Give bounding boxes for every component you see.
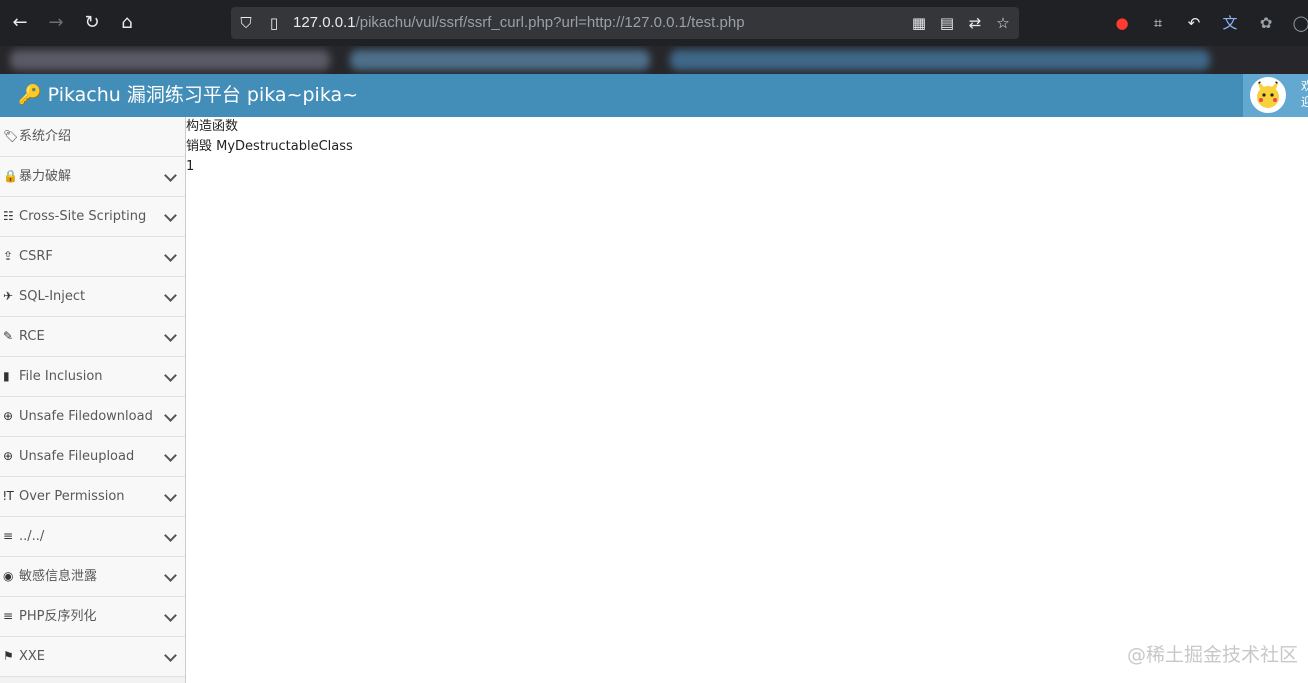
chevron-down-icon[interactable] xyxy=(164,209,177,222)
user-greeting: 欢迎 xyxy=(1301,79,1308,109)
brand-title: Pikachu 漏洞练习平台 pika~pika~ xyxy=(47,84,359,106)
user-menu[interactable]: 欢迎 xyxy=(1243,74,1308,117)
watermark: @稀土掘金技术社区 xyxy=(1127,644,1299,666)
sidebar-item-label: Over Permission xyxy=(19,489,125,504)
sidebar-item-label: 敏感信息泄露 xyxy=(19,569,98,584)
menu-icon: ☷ xyxy=(3,209,14,223)
pikachu-avatar-icon xyxy=(1257,80,1279,108)
sidebar-item[interactable]: ◉ 敏感信息泄露 xyxy=(0,557,185,597)
chevron-down-icon[interactable] xyxy=(164,329,177,342)
sidebar-item-label: 系统介绍 xyxy=(19,129,72,144)
chevron-down-icon[interactable] xyxy=(164,409,177,422)
chevron-down-icon[interactable] xyxy=(164,369,177,382)
translate-icon[interactable]: ⇄ xyxy=(964,7,986,39)
translate-extension-icon[interactable]: 文 xyxy=(1218,11,1242,35)
blurred-region xyxy=(350,50,650,70)
sidebar-item[interactable]: ⚑ XXE xyxy=(0,637,185,677)
back-icon[interactable]: ← xyxy=(7,10,33,36)
reload-icon[interactable]: ↻ xyxy=(79,10,105,36)
url-text[interactable]: 127.0.0.1/pikachu/vul/ssrf/ssrf_curl.php… xyxy=(293,7,745,39)
sidebar-item[interactable]: ⊕ Unsafe Fileupload xyxy=(0,437,185,477)
url-path: /pikachu/vul/ssrf/ssrf_curl.php?url=http… xyxy=(355,14,745,31)
chevron-down-icon[interactable] xyxy=(164,649,177,662)
crop-icon[interactable]: ⌗ xyxy=(1146,11,1170,35)
chevron-down-icon[interactable] xyxy=(164,449,177,462)
menu-icon: ✎ xyxy=(3,329,14,343)
sidebar-item-label: PHP反序列化 xyxy=(19,609,97,624)
menu-icon: ✈ xyxy=(3,289,14,303)
sidebar-item-label: CSRF xyxy=(19,249,53,264)
menu-icon: ⊕ xyxy=(3,449,14,463)
browser-toolbar: ← → ↻ ⌂ ⛉ ▯ 127.0.0.1/pikachu/vul/ssrf/s… xyxy=(0,0,1308,46)
sidebar-item-label: Unsafe Fileupload xyxy=(19,449,135,464)
chevron-down-icon[interactable] xyxy=(164,169,177,182)
profile-icon[interactable]: ◯ xyxy=(1289,11,1308,35)
sidebar-item-label: RCE xyxy=(19,329,45,344)
sidebar-item-label: File Inclusion xyxy=(19,369,103,384)
sidebar-item[interactable]: 🔒 暴力破解 xyxy=(0,157,185,197)
shield-icon[interactable]: ⛉ xyxy=(235,7,257,39)
undo-icon[interactable]: ↶ xyxy=(1182,11,1206,35)
sidebar-item[interactable]: ǃT Over Permission xyxy=(0,477,185,517)
menu-icon: ≡ xyxy=(3,529,14,543)
chevron-down-icon[interactable] xyxy=(164,529,177,542)
menu-icon: ⊕ xyxy=(3,409,14,423)
settings-icon[interactable]: ✿ xyxy=(1254,11,1278,35)
chevron-down-icon[interactable] xyxy=(164,609,177,622)
main-content: 构造函数 销毁 MyDestructableClass 1 xyxy=(186,117,353,177)
bookmark-star-icon[interactable]: ☆ xyxy=(992,7,1014,39)
sidebar-item-label: ../../ xyxy=(19,529,45,544)
sidebar-item[interactable]: ✈ SQL-Inject xyxy=(0,277,185,317)
sidebar-item-label: 暴力破解 xyxy=(19,169,72,184)
home-icon[interactable]: ⌂ xyxy=(114,10,140,36)
sidebar-item[interactable]: ⇪ CSRF xyxy=(0,237,185,277)
sidebar: 🏷 系统介绍 🔒 暴力破解 ☷ Cross-Site Scripting ⇪ CSRF ✈ SQL… xyxy=(0,117,186,683)
address-bar[interactable]: ⛉ ▯ 127.0.0.1/pikachu/vul/ssrf/ssrf_curl… xyxy=(231,7,1019,39)
chevron-down-icon[interactable] xyxy=(164,489,177,502)
output-line: 销毁 MyDestructableClass xyxy=(186,139,353,154)
chevron-down-icon[interactable] xyxy=(164,289,177,302)
blurred-region xyxy=(670,50,1210,70)
qr-code-icon[interactable]: ▦ xyxy=(908,7,930,39)
forward-icon[interactable]: → xyxy=(43,10,69,36)
sidebar-item[interactable]: ☷ Cross-Site Scripting xyxy=(0,197,185,237)
key-icon: 🔑 xyxy=(18,84,42,106)
sidebar-item-label: SQL-Inject xyxy=(19,289,86,304)
extension-icon[interactable]: ● xyxy=(1110,11,1134,35)
blurred-region xyxy=(10,50,330,70)
site-header: 🔑 Pikachu 漏洞练习平台 pika~pika~ 欢迎 xyxy=(0,74,1308,117)
url-host: 127.0.0.1 xyxy=(293,14,356,31)
output-line: 构造函数 xyxy=(186,119,239,134)
sidebar-item[interactable]: ▮ File Inclusion xyxy=(0,357,185,397)
avatar[interactable] xyxy=(1250,77,1286,113)
sidebar-item[interactable]: ≡ ../../ xyxy=(0,517,185,557)
menu-icon: ≡ xyxy=(3,609,14,623)
menu-icon: ▮ xyxy=(3,369,10,383)
page-info-icon[interactable]: ▯ xyxy=(263,7,285,39)
sidebar-item-label: Unsafe Filedownload xyxy=(19,409,153,424)
menu-icon: 🔒 xyxy=(3,169,18,183)
menu-icon: ◉ xyxy=(3,569,14,583)
chevron-down-icon[interactable] xyxy=(164,249,177,262)
menu-icon: ⚑ xyxy=(3,649,14,663)
menu-icon: ǃT xyxy=(3,489,14,503)
sidebar-item-label: XXE xyxy=(19,649,46,664)
sidebar-item[interactable]: 🏷 系统介绍 xyxy=(0,117,185,157)
sidebar-item[interactable]: ⊕ Unsafe Filedownload xyxy=(0,397,185,437)
brand-title-link[interactable]: 🔑 Pikachu 漏洞练习平台 pika~pika~ xyxy=(18,74,358,117)
sidebar-item-label: Cross-Site Scripting xyxy=(19,209,147,224)
chevron-down-icon[interactable] xyxy=(164,569,177,582)
bookmarks-bar-blurred xyxy=(0,46,1308,74)
menu-icon: ⇪ xyxy=(3,249,14,263)
output-line: 1 xyxy=(186,159,195,174)
sidebar-item[interactable]: ✎ RCE xyxy=(0,317,185,357)
reader-mode-icon[interactable]: ▤ xyxy=(936,7,958,39)
menu-icon: 🏷 xyxy=(3,129,19,143)
sidebar-item[interactable]: ≡ PHP反序列化 xyxy=(0,597,185,637)
